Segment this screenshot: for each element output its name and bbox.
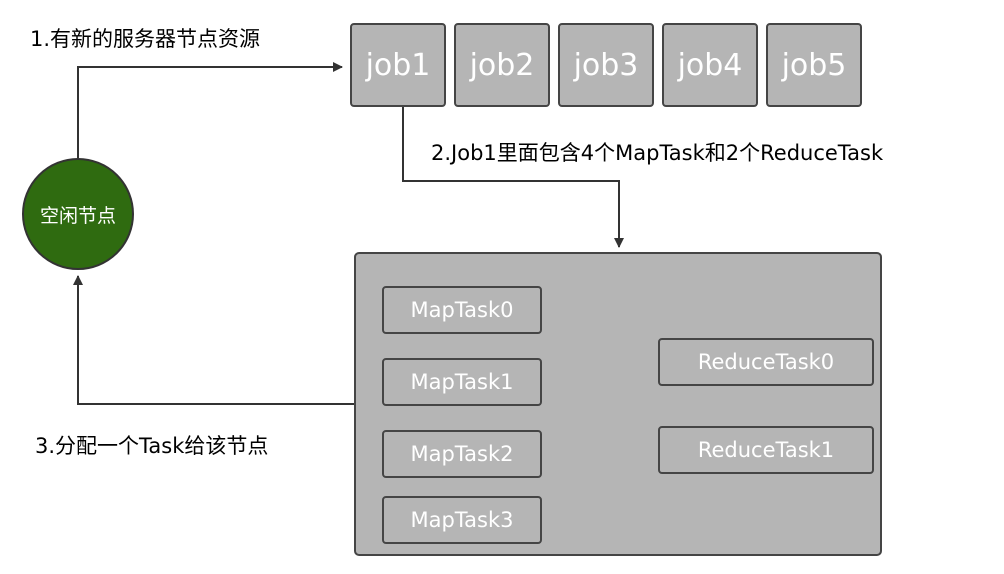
job-box-1: job1 [350, 23, 446, 107]
map-task-3: MapTask3 [382, 496, 542, 544]
arrow-detail-to-node [73, 275, 354, 405]
step1-label: 1.有新的服务器节点资源 [30, 27, 261, 51]
job-box-4: job4 [662, 23, 758, 107]
map-task-2: MapTask2 [382, 430, 542, 478]
reduce-task-0: ReduceTask0 [658, 338, 874, 386]
map-task-1: MapTask1 [382, 358, 542, 406]
job-box-3: job3 [558, 23, 654, 107]
job1-detail-box: MapTask0 MapTask1 MapTask2 MapTask3 Redu… [354, 252, 882, 556]
idle-node: 空闲节点 [22, 158, 134, 270]
map-task-0: MapTask0 [382, 286, 542, 334]
arrow-job1-to-detail [402, 107, 624, 248]
job-box-5: job5 [766, 23, 862, 107]
arrow-node-to-jobs [77, 62, 343, 158]
step3-label: 3.分配一个Task给该节点 [35, 434, 269, 458]
job-box-2: job2 [454, 23, 550, 107]
reduce-task-1: ReduceTask1 [658, 426, 874, 474]
step2-label: 2.Job1里面包含4个MapTask和2个ReduceTask [431, 141, 884, 165]
idle-node-label: 空闲节点 [39, 204, 116, 227]
